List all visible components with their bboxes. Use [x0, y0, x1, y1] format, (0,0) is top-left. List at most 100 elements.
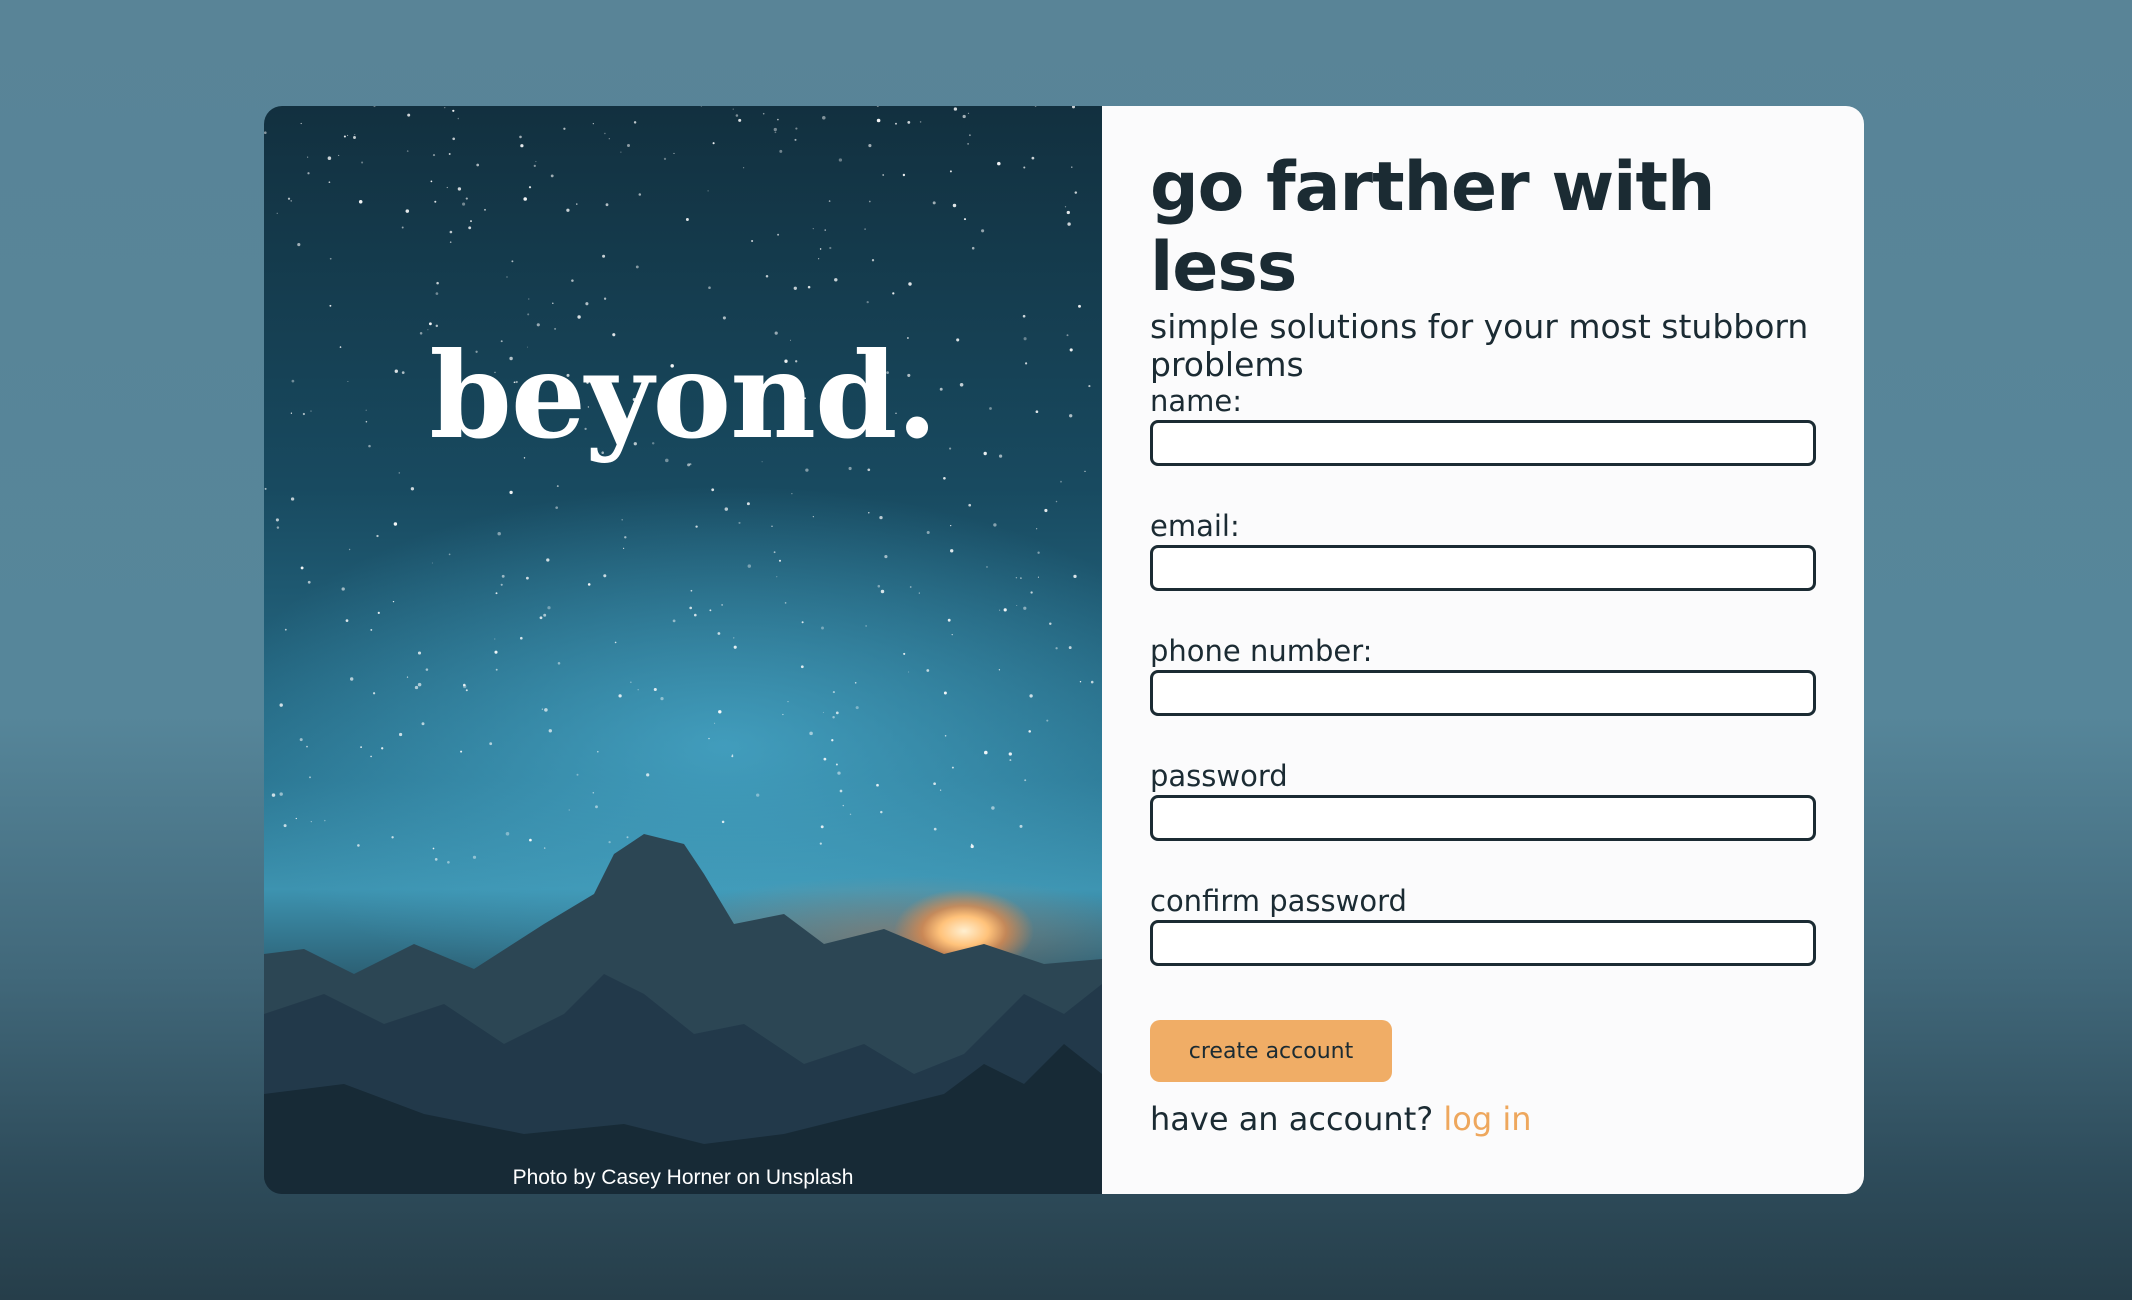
star — [563, 127, 566, 130]
star — [576, 773, 579, 776]
confirm-password-input[interactable] — [1150, 920, 1816, 966]
star — [685, 218, 689, 221]
star — [546, 558, 550, 562]
star — [821, 626, 824, 630]
star — [279, 792, 283, 796]
star — [868, 144, 872, 148]
star — [633, 121, 637, 124]
star — [544, 708, 548, 712]
field-confirm-password: confirm password — [1150, 884, 1816, 1009]
star — [835, 711, 839, 715]
hero-photo: beyond. Photo by Casey Horner on Unsplas… — [264, 106, 1102, 1194]
star — [543, 613, 547, 617]
star — [711, 488, 715, 492]
login-prompt-line: have an account? log in — [1150, 1100, 1532, 1138]
star — [1079, 681, 1082, 683]
star — [999, 609, 1001, 611]
star — [620, 151, 622, 153]
star — [1037, 551, 1040, 554]
star — [587, 583, 591, 586]
star — [747, 564, 752, 568]
star — [805, 468, 809, 472]
star — [1071, 166, 1073, 168]
star — [370, 755, 372, 758]
star — [756, 793, 760, 797]
star — [809, 731, 813, 736]
star — [997, 161, 1001, 166]
name-input[interactable] — [1150, 420, 1816, 466]
signup-form: name: email: phone number: password conf… — [1150, 384, 1816, 1009]
star — [793, 286, 797, 290]
star — [358, 200, 363, 204]
star — [535, 161, 537, 163]
star — [963, 218, 967, 221]
star — [434, 200, 437, 203]
star — [287, 197, 291, 200]
star — [1036, 528, 1038, 530]
star — [926, 669, 930, 672]
star — [463, 683, 466, 687]
star — [795, 127, 798, 130]
star — [926, 530, 930, 535]
star — [1028, 730, 1031, 733]
star — [660, 696, 664, 701]
star — [307, 156, 309, 158]
star — [947, 618, 951, 622]
form-panel: go farther with less simple solutions fo… — [1102, 106, 1864, 1194]
star — [871, 259, 875, 262]
star — [1066, 210, 1070, 215]
star — [791, 493, 793, 495]
star — [673, 152, 675, 154]
star — [603, 574, 607, 578]
star — [909, 586, 912, 588]
star — [1071, 106, 1076, 109]
login-link[interactable]: log in — [1443, 1100, 1531, 1138]
star — [435, 292, 439, 295]
star — [457, 187, 462, 191]
star — [417, 682, 422, 687]
star — [1029, 694, 1033, 698]
star — [519, 636, 523, 640]
star — [327, 156, 332, 160]
star — [381, 747, 384, 750]
star — [1034, 106, 1037, 107]
star — [951, 634, 953, 636]
star — [837, 771, 841, 775]
create-account-button[interactable]: create account — [1150, 1020, 1392, 1082]
star — [823, 757, 827, 761]
star — [1009, 759, 1012, 762]
star — [933, 782, 936, 786]
star — [399, 732, 403, 737]
star — [787, 700, 789, 703]
phone-input[interactable] — [1150, 670, 1816, 716]
star — [1064, 206, 1067, 208]
star — [777, 233, 780, 236]
star — [1046, 719, 1049, 722]
star — [1044, 508, 1048, 513]
star — [981, 229, 985, 233]
star — [448, 153, 451, 155]
star — [718, 710, 722, 714]
star — [842, 804, 844, 807]
star — [1055, 647, 1058, 650]
email-input[interactable] — [1150, 545, 1816, 591]
star — [425, 668, 429, 671]
star — [527, 313, 530, 316]
star — [638, 193, 642, 196]
star — [1023, 606, 1027, 610]
star — [414, 685, 419, 690]
star — [556, 485, 559, 488]
star — [879, 515, 883, 520]
star — [1019, 824, 1023, 828]
confirm-password-label: confirm password — [1150, 884, 1407, 918]
star — [1022, 314, 1026, 318]
star — [297, 243, 301, 247]
star — [855, 706, 859, 710]
password-input[interactable] — [1150, 795, 1816, 841]
star — [778, 559, 782, 562]
star — [1084, 470, 1086, 472]
star — [377, 611, 380, 615]
star — [519, 135, 522, 139]
star — [672, 619, 676, 623]
star — [630, 681, 632, 683]
